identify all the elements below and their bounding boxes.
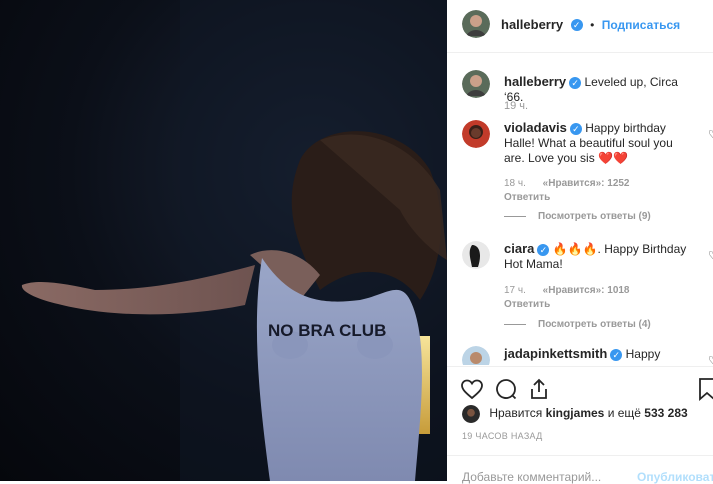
publish-button[interactable]: Опубликовать — [637, 470, 713, 484]
reply-button[interactable]: Ответить — [504, 192, 550, 203]
comment-avatar[interactable] — [462, 241, 490, 269]
post-photo[interactable]: NO BRA CLUB — [0, 0, 447, 481]
comment-likes[interactable]: «Нравится»: 1252 — [543, 178, 630, 189]
comment-username[interactable]: violadavis — [504, 120, 567, 135]
view-replies-button[interactable]: Посмотреть ответы (9) — [504, 211, 651, 222]
follow-button[interactable]: Подписаться — [602, 18, 680, 32]
view-replies-label: Посмотреть ответы (4) — [538, 319, 651, 330]
comment-username[interactable]: ciara — [504, 241, 534, 256]
comment-icon[interactable] — [494, 377, 518, 401]
comment-username[interactable]: jadapinkettsmith — [504, 346, 607, 361]
view-replies-label: Посмотреть ответы (9) — [538, 211, 651, 222]
separator-dot: • — [590, 18, 595, 32]
small-heart-icon[interactable]: ♡ — [708, 128, 713, 141]
author-username[interactable]: halleberry — [501, 17, 563, 32]
likes-summary: Нравится kingjames и ещё 533 283 — [462, 405, 688, 423]
post-header: halleberry ✓ • Подписаться — [447, 0, 713, 53]
likes-middle: и ещё — [607, 406, 641, 421]
verified-icon: ✓ — [537, 243, 550, 256]
caption-avatar[interactable] — [462, 70, 490, 98]
comment-time: 17 ч. — [504, 285, 526, 296]
verified-icon: ✓ — [570, 18, 583, 31]
caption-username[interactable]: halleberry — [504, 74, 566, 89]
heart-icon[interactable] — [460, 377, 484, 401]
bookmark-icon[interactable] — [695, 377, 713, 401]
share-icon[interactable] — [527, 377, 551, 401]
view-replies-button[interactable]: Посмотреть ответы (4) — [504, 319, 651, 330]
verified-icon: ✓ — [569, 122, 582, 135]
small-heart-icon[interactable]: ♡ — [708, 249, 713, 262]
caption-time: 19 ч. — [504, 100, 529, 112]
verified-icon: ✓ — [569, 76, 582, 89]
small-heart-icon[interactable]: ♡ — [708, 354, 713, 365]
comment-avatar[interactable] — [462, 120, 490, 148]
liker-avatar[interactable] — [462, 405, 480, 423]
likes-prefix: Нравится — [489, 406, 543, 421]
liker-username[interactable]: kingjames — [546, 406, 605, 420]
reply-button[interactable]: Ответить — [504, 299, 550, 310]
photo-illustration: NO BRA CLUB — [21, 0, 447, 481]
comment-avatar[interactable] — [462, 346, 490, 365]
divider — [504, 215, 526, 217]
author-avatar[interactable] — [462, 10, 490, 38]
comments-list[interactable]: halleberry ✓ Leveled up, Circa ‘66. 19 ч.… — [447, 53, 713, 365]
comment-time: 18 ч. — [504, 178, 526, 189]
likes-count[interactable]: 533 283 — [644, 406, 687, 420]
post-time-ago[interactable]: 19 ЧАСОВ НАЗАД — [462, 431, 543, 441]
shirt-text: NO BRA CLUB — [268, 321, 386, 340]
comment-input[interactable]: Добавьте комментарий... — [462, 470, 601, 484]
divider — [504, 323, 526, 325]
comment-likes[interactable]: «Нравится»: 1018 — [543, 285, 630, 296]
verified-icon: ✓ — [610, 348, 623, 361]
comment-text: Happy — [625, 347, 661, 361]
post-sidebar: halleberry ✓ • Подписаться halleberry ✓ L… — [447, 0, 713, 484]
add-comment-bar: Добавьте комментарий... Опубликовать — [447, 455, 713, 484]
action-bar — [447, 366, 713, 409]
